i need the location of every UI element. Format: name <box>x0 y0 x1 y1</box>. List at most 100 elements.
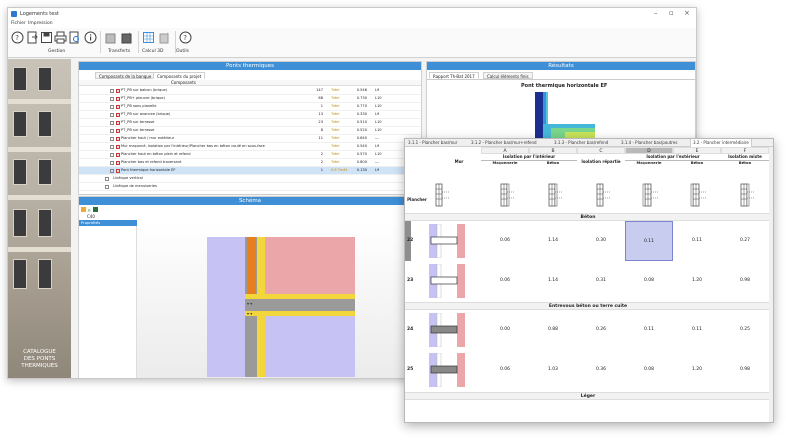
save-icon[interactable] <box>40 31 53 44</box>
table-cell[interactable]: 0.08 <box>625 261 673 301</box>
tab-312[interactable]: 3.1.2 - Plancher bas/mur+refend <box>471 139 537 147</box>
maximize-icon[interactable]: ▫ <box>669 9 674 17</box>
tree-row[interactable]: PT_PB sur avancee (brique) 13 Tréel 0.330 L9 <box>79 111 421 119</box>
tab-rapport[interactable]: Rapport Th-Bat 2017 <box>429 72 479 79</box>
tree-row[interactable]: Linéique vertical <box>79 175 421 183</box>
tab-calcul-ef[interactable]: Calcul éléments finis <box>483 72 533 79</box>
tree-cell-u: L10 <box>375 152 382 156</box>
expand-icon[interactable] <box>110 136 114 141</box>
table-cell[interactable]: 1.03 <box>529 350 577 390</box>
table-cell[interactable]: 0.11 <box>625 310 673 350</box>
tree-cell-v: 0.730 <box>356 96 367 100</box>
pont-icon <box>116 136 120 141</box>
expand-icon[interactable] <box>105 176 109 181</box>
tree-cell-v: 0.570 <box>356 152 367 156</box>
column-header-f[interactable]: F <box>721 147 769 154</box>
column-header-e[interactable]: E <box>673 147 721 154</box>
expand-icon[interactable] <box>110 152 114 157</box>
table-cell[interactable]: 0.06 <box>481 350 529 390</box>
calcul-3d-icon[interactable] <box>142 31 155 44</box>
column-header-c[interactable]: C <box>577 147 625 154</box>
import-icon[interactable] <box>104 31 117 44</box>
export-icon[interactable]: + <box>120 31 133 44</box>
tab-313[interactable]: 3.1.3 - Plancher bas/refend <box>554 139 608 147</box>
table-cell[interactable]: 0.11 <box>673 221 721 261</box>
expand-icon[interactable] <box>110 120 114 125</box>
tree-row[interactable]: PT_PB sans planelle 1 Tréel 0.770 L10 <box>79 103 421 111</box>
tree-row[interactable]: Plancher haut en béton plein et refend 2 T… <box>79 151 421 159</box>
expand-icon[interactable] <box>110 88 114 93</box>
vertical-scrollbar[interactable] <box>769 147 773 422</box>
table-cell[interactable]: 0.88 <box>529 310 577 350</box>
section-beton: Béton <box>405 213 771 221</box>
tree-row[interactable]: Mur maçonné, isolation par l'intérieur/P… <box>79 143 421 151</box>
info-icon[interactable] <box>84 31 97 44</box>
tree-row[interactable]: Plancher bas et refend traversant 2 Tréel 0… <box>79 159 421 167</box>
table-cell[interactable]: 0.06 <box>481 221 529 261</box>
tree-cell-t: Tréel <box>331 160 340 164</box>
expand-icon[interactable] <box>110 112 114 117</box>
tree-row[interactable]: PT_PB sur terrasse 8 Tréel 0.520 L10 <box>79 127 421 135</box>
menu-impression[interactable]: Impression <box>28 21 53 26</box>
sub-2: Béton <box>546 160 560 165</box>
expand-icon[interactable] <box>110 128 114 133</box>
menu-fichier[interactable]: Fichier <box>11 21 26 26</box>
table-cell[interactable]: 1.20 <box>673 261 721 301</box>
column-header-d[interactable]: D <box>625 147 673 154</box>
table-cell[interactable]: 1.20 <box>673 350 721 390</box>
table-cell[interactable]: 0.00 <box>481 310 529 350</box>
table-cell[interactable]: 0.36 <box>577 350 625 390</box>
caption-line-3: THERMIQUES <box>21 363 58 369</box>
expand-icon[interactable] <box>110 160 114 165</box>
tree-row[interactable]: Linéique de menuiseries <box>79 183 421 191</box>
help-icon[interactable]: ? <box>11 31 24 44</box>
preview-icon[interactable] <box>68 31 81 44</box>
group-calcul-3d: Calcul 3D <box>142 49 164 54</box>
expand-icon[interactable] <box>110 96 114 101</box>
tree-row[interactable]: PT_PB sur balcon (brique) 147 Tréel 0.546 L9 <box>79 87 421 95</box>
table-cell[interactable]: 0.08 <box>625 350 673 390</box>
table-cell[interactable]: 0.27 <box>721 221 769 261</box>
calcul-add-icon[interactable]: + <box>158 31 171 44</box>
expand-icon[interactable] <box>110 104 114 109</box>
tree-row[interactable]: Plancher haut / mur extérieur 11 Tréel 0.64… <box>79 135 421 143</box>
tree-cell-v: 0.546 <box>356 88 367 92</box>
open-icon[interactable] <box>26 31 39 44</box>
wall-type-icon <box>435 183 450 207</box>
table-cell[interactable]: 0.98 <box>721 261 769 301</box>
expand-icon[interactable] <box>110 144 114 149</box>
tab-banque[interactable]: Composants de la banque <box>95 72 156 79</box>
column-header-a[interactable]: A <box>481 147 529 154</box>
tree-row[interactable]: PT_PB+ pieuvre (brique) 68 Tréel 0.730 L10 <box>79 95 421 103</box>
window-title: Logements test <box>20 11 59 17</box>
table-cell[interactable]: 0.31 <box>577 261 625 301</box>
print-icon[interactable] <box>54 31 67 44</box>
expand-icon[interactable] <box>110 168 114 173</box>
tab-311[interactable]: 3.1.1 - Plancher bas/mur <box>408 139 457 147</box>
column-header-b[interactable]: B <box>529 147 577 154</box>
ponts-title: Ponts thermiques <box>79 62 421 70</box>
tab-projet[interactable]: Composants du projet <box>153 72 206 79</box>
tree-row[interactable]: PT_PB sur terrasse 23 Tréel 0.510 L10 <box>79 119 421 127</box>
expand-icon[interactable] <box>105 184 109 189</box>
table-cell[interactable]: 0.26 <box>577 310 625 350</box>
table-cell[interactable]: 0.30 <box>577 221 625 261</box>
tree-row[interactable]: Pont thermique horizontale EF 1 0.6 Tmét 0.… <box>79 167 421 175</box>
tree-cell-name: Plancher haut / mur extérieur <box>121 136 175 140</box>
tab-32[interactable]: 3.2 - Plancher intermédiaire <box>690 139 752 147</box>
row-id: 22 <box>407 238 414 243</box>
table-cell[interactable]: 0.98 <box>721 350 769 390</box>
minimize-icon[interactable]: – <box>654 9 658 17</box>
tab-314[interactable]: 3.1.4 - Plancher bas/poutres <box>621 139 677 147</box>
material-icon[interactable] <box>93 207 98 212</box>
table-cell[interactable]: 1.14 <box>529 261 577 301</box>
table-cell[interactable]: 0.11 <box>625 221 673 261</box>
table-cell[interactable]: 1.14 <box>529 221 577 261</box>
layer-icon[interactable] <box>81 207 86 212</box>
close-icon[interactable]: × <box>684 9 690 17</box>
table-cell[interactable]: 0.11 <box>673 310 721 350</box>
table-cell[interactable]: 0.06 <box>481 261 529 301</box>
outils-icon[interactable]: ? <box>179 31 192 44</box>
table-cell[interactable]: 0.25 <box>721 310 769 350</box>
schema-panel: Schéma × C40 Propriétés ▾ ▾ ▾ ▾ <box>78 196 423 378</box>
